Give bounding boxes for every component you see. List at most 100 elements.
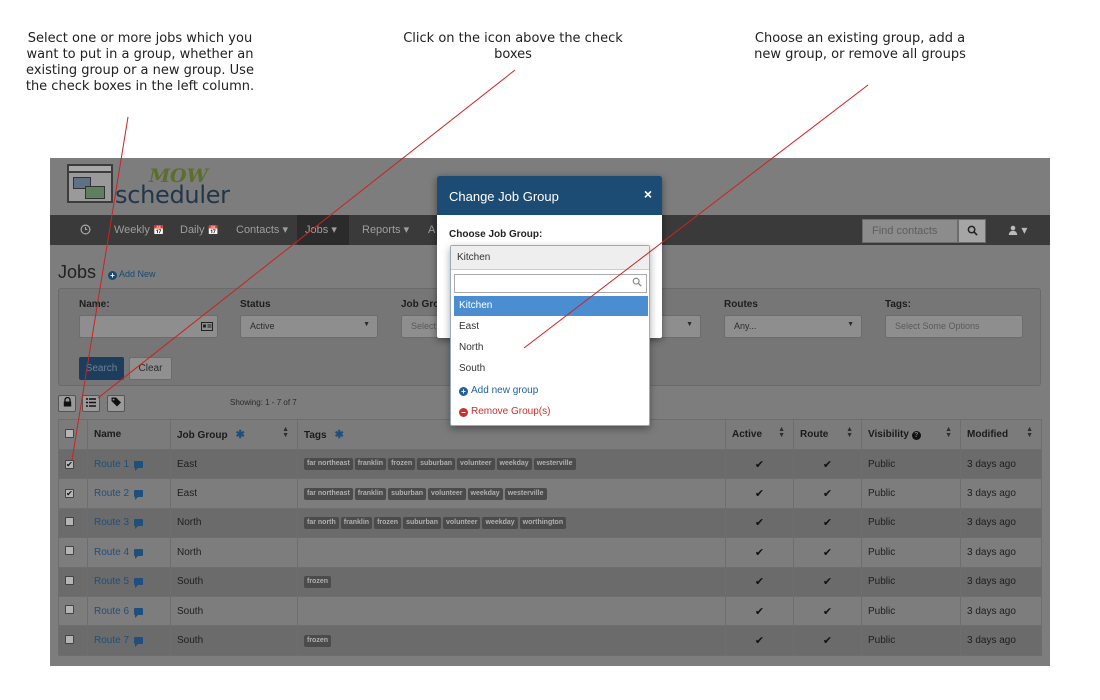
close-icon[interactable]: ×: [644, 186, 652, 202]
tags-cell: [297, 537, 726, 568]
lock-button[interactable]: [58, 395, 76, 412]
clock-icon[interactable]: [80, 215, 91, 245]
tag-badge[interactable]: weekday: [482, 516, 518, 529]
add-new-link[interactable]: + Add New: [108, 269, 156, 280]
add-new-group-link[interactable]: + Add new group: [459, 385, 538, 396]
search-button[interactable]: [958, 219, 986, 243]
dropdown-option-north[interactable]: North: [454, 338, 648, 358]
tag-badge[interactable]: westerville: [504, 487, 547, 500]
tag-badge[interactable]: weekday: [496, 458, 532, 471]
job-group-cell: South: [170, 595, 298, 627]
tags-cell: far northeast franklin suburban volunteer we…: [297, 478, 726, 509]
tag-badge[interactable]: franklin: [354, 458, 387, 471]
nav-truncated-item[interactable]: A: [428, 215, 435, 245]
gear-icon[interactable]: ✱: [335, 429, 344, 441]
visibility-cell: Public: [861, 537, 961, 568]
comment-icon[interactable]: [134, 460, 144, 471]
nav-jobs[interactable]: Jobs ▾: [297, 215, 349, 245]
route-cell: ✔: [793, 448, 862, 480]
tag-badge[interactable]: franklin: [354, 487, 387, 500]
sort-icon[interactable]: ▲ ▼: [282, 426, 289, 439]
tag-badge[interactable]: volunteer: [456, 458, 495, 471]
remove-groups-link[interactable]: − Remove Group(s): [459, 406, 550, 417]
active-header[interactable]: Active ▲ ▼: [725, 419, 794, 450]
comment-icon[interactable]: [134, 607, 144, 618]
row-checkbox[interactable]: [65, 546, 74, 556]
comment-icon[interactable]: [134, 548, 144, 559]
row-checkbox[interactable]: ✔: [65, 489, 74, 499]
tags-button[interactable]: [107, 395, 125, 412]
row-checkbox[interactable]: [65, 516, 74, 526]
tag-badge[interactable]: suburban: [388, 487, 426, 500]
row-checkbox[interactable]: [65, 575, 74, 585]
status-select[interactable]: Active ▼: [240, 315, 378, 338]
tag-badge[interactable]: frozen: [304, 634, 331, 647]
tag-badge[interactable]: far northeast: [304, 487, 353, 500]
route-cell: ✔: [793, 625, 862, 656]
select-all-header[interactable]: [58, 419, 88, 450]
route-link[interactable]: Route 6: [94, 606, 129, 617]
search-filter-button[interactable]: Search: [79, 357, 124, 380]
change-group-button[interactable]: [82, 395, 100, 412]
modified-header[interactable]: Modified ▲ ▼: [960, 419, 1042, 450]
check-icon: ✔: [754, 605, 765, 618]
tags-select[interactable]: Select Some Options: [885, 315, 1023, 338]
route-link[interactable]: Route 7: [94, 635, 129, 646]
routes-select[interactable]: Any... ▼: [724, 315, 862, 338]
row-checkbox[interactable]: ✔: [65, 459, 74, 469]
table-row: Route 6 South ✔ ✔ Public 3 days ago: [58, 595, 1042, 627]
dropdown-option-kitchen[interactable]: Kitchen: [454, 296, 648, 316]
comment-icon[interactable]: [134, 490, 144, 501]
route-header[interactable]: Route ▲ ▼: [793, 419, 862, 450]
sort-icon[interactable]: ▲ ▼: [846, 426, 853, 439]
tag-badge[interactable]: suburban: [403, 516, 441, 529]
tag-badge[interactable]: far north: [304, 516, 339, 529]
tag-badge[interactable]: volunteer: [427, 487, 466, 500]
name-header[interactable]: Name: [87, 419, 171, 450]
row-checkbox[interactable]: [65, 634, 74, 644]
select-all-checkbox[interactable]: [65, 428, 74, 438]
dropdown-option-east[interactable]: East: [454, 317, 648, 337]
sort-icon[interactable]: ▲ ▼: [778, 426, 785, 439]
user-icon: [1008, 225, 1018, 235]
tag-badge[interactable]: frozen: [304, 575, 331, 588]
tag-badge[interactable]: westerville: [533, 458, 576, 471]
row-checkbox[interactable]: [65, 605, 74, 615]
job-group-selected[interactable]: Kitchen: [451, 246, 649, 270]
route-link[interactable]: Route 2: [94, 488, 129, 499]
help-icon[interactable]: ?: [911, 431, 921, 440]
contact-search-input[interactable]: Find contacts: [862, 219, 958, 243]
tag-badge[interactable]: frozen: [388, 458, 416, 471]
route-link[interactable]: Route 4: [94, 547, 129, 558]
route-link[interactable]: Route 3: [94, 517, 129, 528]
tag-badge[interactable]: suburban: [417, 458, 455, 471]
comment-icon[interactable]: [134, 519, 144, 530]
nav-daily[interactable]: Daily 📅: [180, 215, 219, 245]
check-icon: ✔: [822, 517, 833, 530]
tag-badge[interactable]: worthington: [519, 516, 567, 529]
tag-badge[interactable]: volunteer: [442, 516, 481, 529]
route-link[interactable]: Route 1: [94, 459, 129, 470]
job-group-header[interactable]: Job Group ✱ ▲ ▼: [170, 419, 298, 450]
tag-badge[interactable]: franklin: [340, 516, 373, 529]
showing-count: Showing: 1 - 7 of 7: [230, 398, 297, 407]
modal-header: Change Job Group ×: [437, 176, 662, 215]
route-link[interactable]: Route 5: [94, 576, 129, 587]
tag-badge[interactable]: weekday: [467, 487, 503, 500]
dropdown-search-input[interactable]: [454, 274, 647, 293]
sort-icon[interactable]: ▲ ▼: [945, 426, 952, 439]
sort-icon[interactable]: ▲ ▼: [1026, 426, 1033, 439]
nav-reports[interactable]: Reports ▾: [362, 215, 409, 245]
clear-filter-button[interactable]: Clear: [129, 357, 172, 380]
gear-icon[interactable]: ✱: [236, 429, 245, 441]
nav-contacts[interactable]: Contacts ▾: [236, 215, 288, 245]
visibility-header[interactable]: Visibility ? ▲ ▼: [861, 419, 961, 450]
comment-icon[interactable]: [134, 637, 144, 648]
comment-icon[interactable]: [134, 578, 144, 589]
tag-badge[interactable]: frozen: [374, 516, 402, 529]
nav-weekly[interactable]: Weekly 📅: [114, 215, 164, 245]
dropdown-option-south[interactable]: South: [454, 359, 648, 379]
name-filter-input[interactable]: [79, 315, 218, 338]
tag-badge[interactable]: far northeast: [304, 458, 353, 471]
user-menu[interactable]: ▾: [1008, 215, 1027, 245]
